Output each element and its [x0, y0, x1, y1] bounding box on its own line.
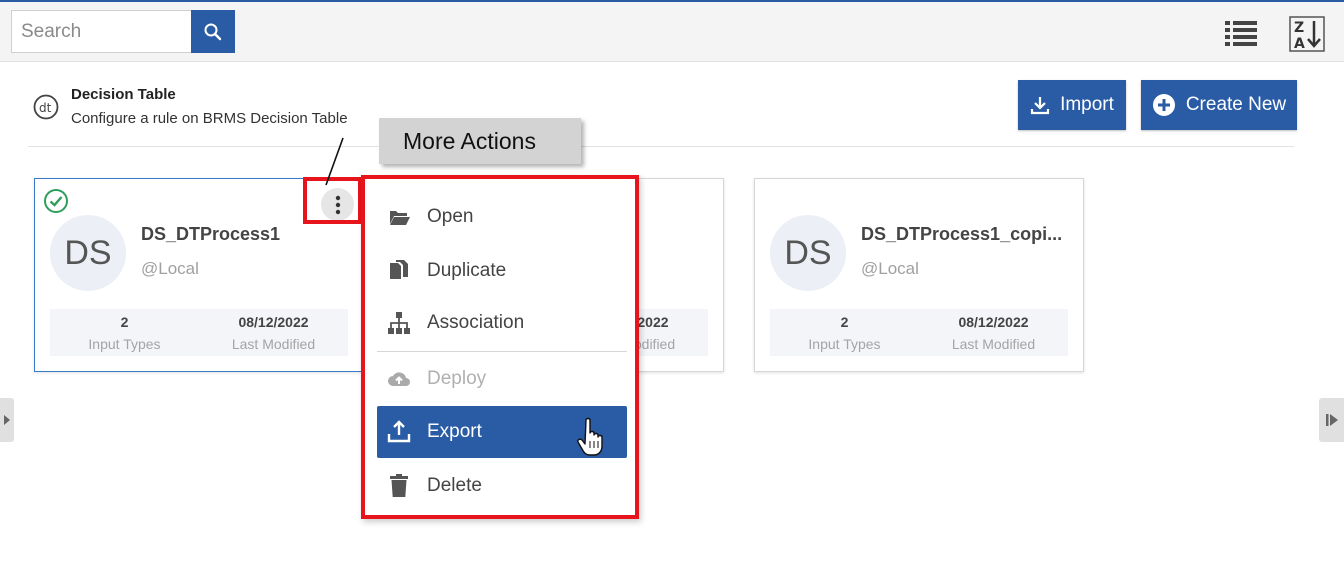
- svg-text:dt: dt: [39, 101, 52, 115]
- stat-value: 08/12/2022: [238, 314, 309, 330]
- sitemap-icon: [388, 312, 410, 334]
- search-button[interactable]: [191, 10, 235, 53]
- menu-item-open[interactable]: Open: [377, 191, 627, 243]
- right-panel-toggle[interactable]: [1319, 398, 1344, 442]
- search-input[interactable]: [11, 10, 192, 53]
- decision-table-icon: dt: [33, 94, 59, 120]
- stat-last-modified: 08/12/2022 Last Modified: [919, 309, 1068, 352]
- card-title[interactable]: DS_DTProcess1_copi...: [861, 224, 1071, 245]
- menu-item-association[interactable]: Association: [377, 297, 627, 349]
- panel-expand-icon: [1325, 414, 1338, 426]
- svg-text:Z: Z: [1294, 20, 1304, 36]
- create-new-label: Create New: [1185, 94, 1287, 115]
- menu-item-delete[interactable]: Delete: [377, 460, 627, 512]
- export-icon: [387, 420, 411, 443]
- menu-item-label: Open: [427, 206, 474, 227]
- card-stats: 2 Input Types 08/12/2022 Last Modified: [50, 309, 348, 356]
- hand-pointer-cursor-icon: [577, 417, 603, 456]
- avatar: DS: [50, 215, 126, 291]
- copy-icon: [390, 260, 408, 279]
- card-title[interactable]: DS_DTProcess1: [141, 224, 351, 245]
- more-actions-highlight: [303, 177, 362, 224]
- toolbar: Z A: [0, 2, 1344, 62]
- stat-input-types: 2 Input Types: [50, 309, 199, 352]
- stat-label: Input Types: [88, 336, 161, 352]
- stat-value: 2: [840, 314, 849, 330]
- menu-item-label: Delete: [427, 475, 482, 496]
- svg-text:A: A: [1294, 36, 1305, 52]
- sort-button[interactable]: Z A: [1288, 15, 1326, 53]
- sort-za-icon: Z A: [1289, 16, 1325, 52]
- stat-label: Last Modified: [951, 336, 1036, 352]
- stat-input-types: 2 Input Types: [770, 309, 919, 352]
- card-location: @Local: [141, 259, 199, 278]
- header-divider: [28, 146, 1294, 147]
- plus-circle-icon: [1152, 94, 1175, 116]
- folder-open-icon: [389, 211, 410, 225]
- chevron-right-icon: [4, 415, 10, 425]
- stat-value: 08/12/2022: [958, 314, 1029, 330]
- more-actions-callout: More Actions: [379, 118, 581, 164]
- process-card[interactable]: DS DS_DTProcess1_copi... @Local 2 Input …: [754, 178, 1084, 372]
- avatar: DS: [770, 215, 846, 291]
- card-location: @Local: [861, 259, 919, 278]
- check-circle-icon: [44, 189, 68, 213]
- page-title: Decision Table: [71, 86, 176, 103]
- cloud-upload-icon: [388, 372, 410, 386]
- list-view-button[interactable]: [1222, 16, 1260, 50]
- stat-label: Last Modified: [231, 336, 316, 352]
- menu-item-label: Export: [427, 421, 482, 442]
- menu-item-label: Duplicate: [427, 260, 507, 281]
- left-panel-toggle[interactable]: [0, 398, 14, 442]
- stat-label: Input Types: [808, 336, 881, 352]
- menu-separator: [377, 351, 627, 352]
- stat-value: 2: [120, 314, 129, 330]
- menu-item-label: Association: [427, 312, 525, 333]
- create-new-button[interactable]: Create New: [1141, 80, 1297, 130]
- menu-item-duplicate[interactable]: Duplicate: [377, 245, 627, 297]
- import-label: Import: [1060, 94, 1114, 115]
- search-icon: [204, 23, 222, 40]
- menu-item-deploy[interactable]: Deploy: [377, 353, 627, 405]
- trash-icon: [390, 474, 408, 497]
- more-actions-menu: Open Duplicate Association Deploy Export…: [361, 175, 639, 519]
- list-view-icon: [1225, 21, 1257, 46]
- card-stats: 2 Input Types 08/12/2022 Last Modified: [770, 309, 1068, 356]
- download-icon: [1030, 97, 1050, 115]
- page-subtitle: Configure a rule on BRMS Decision Table: [71, 110, 348, 127]
- stat-last-modified: 08/12/2022 Last Modified: [199, 309, 348, 352]
- import-button[interactable]: Import: [1018, 80, 1126, 130]
- menu-item-label: Deploy: [427, 368, 487, 389]
